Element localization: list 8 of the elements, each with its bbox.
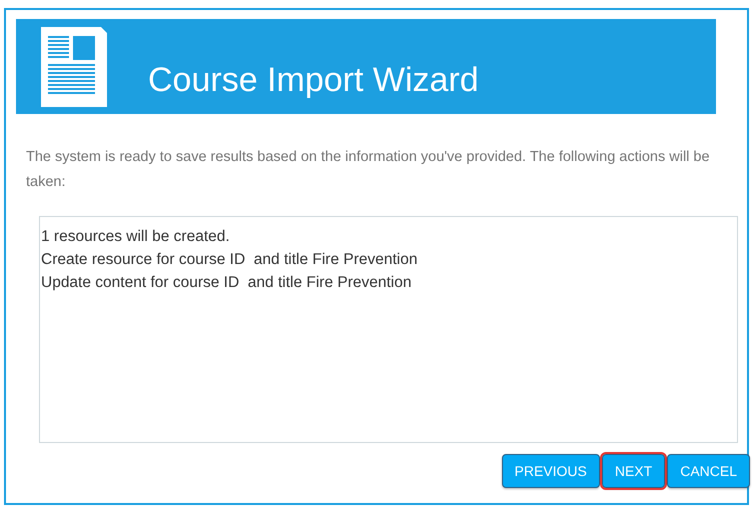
action-line: Update content for course ID and title Fire Prevention — [41, 273, 412, 293]
next-button[interactable]: NEXT — [602, 454, 666, 488]
cancel-button[interactable]: CANCEL — [667, 454, 750, 488]
action-line: Create resource for course ID and title Fire Prevention — [41, 250, 418, 270]
intro-text: The system is ready to save results based on the information you've provided. The following actions will be taken: — [26, 148, 711, 192]
action-line: 1 resources will be created. — [41, 227, 230, 247]
wizard-title: Course Import Wizard — [148, 61, 479, 100]
previous-button[interactable]: PREVIOUS — [502, 454, 600, 488]
